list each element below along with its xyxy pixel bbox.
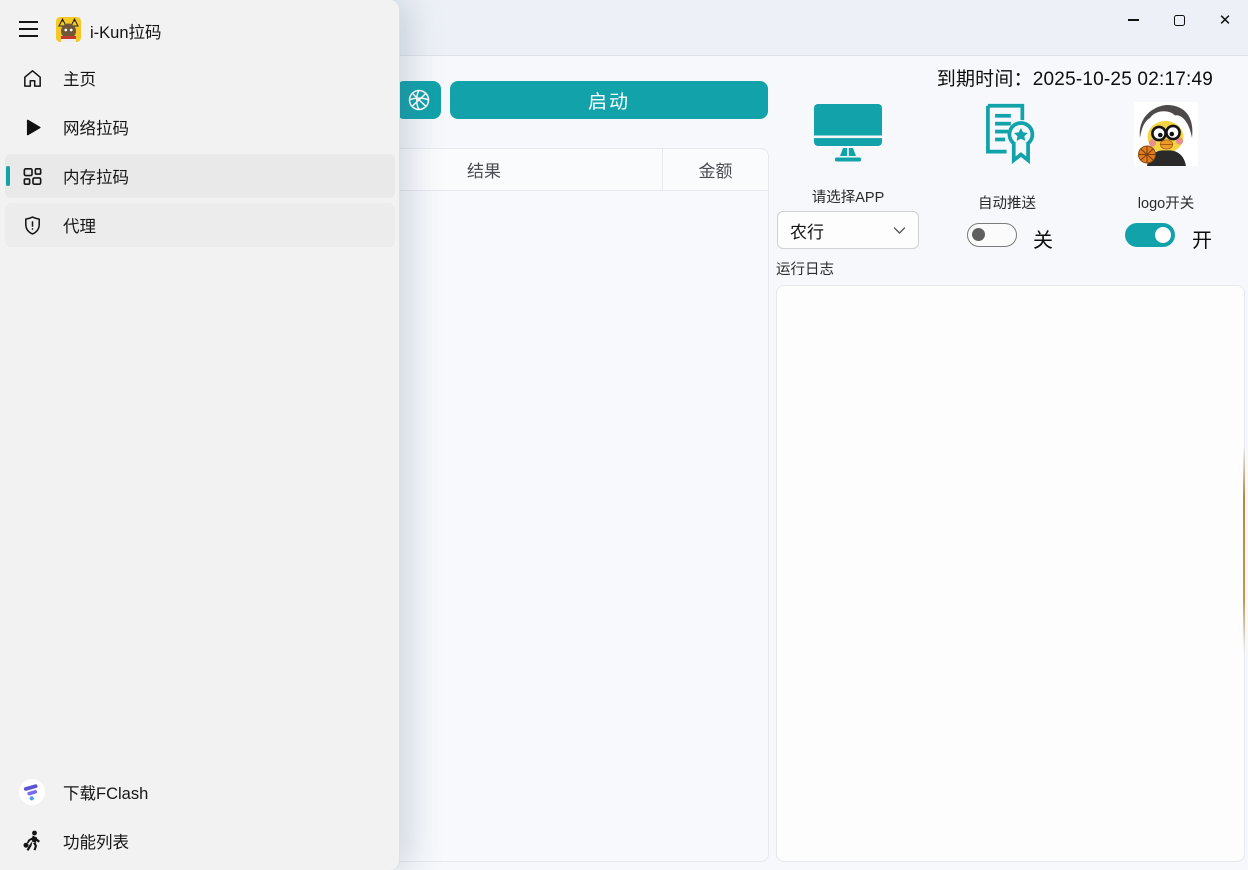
selected-indicator [6,166,10,186]
basketball-button[interactable] [396,81,441,119]
app-title: i-Kun拉码 [90,19,162,43]
expiry-label: 到期时间： [937,69,1033,90]
maximize-icon [1174,15,1185,26]
sidebar-bottom: 下载FClash 功能列表 [5,770,395,863]
auto-push-toggle[interactable] [967,223,1017,247]
sidebar-item-label: 主页 [63,66,96,90]
window-controls: ✕ [1110,0,1248,44]
minimize-button[interactable] [1110,0,1156,40]
app-select-value: 农行 [790,218,824,243]
app-window: ✕ 到期时间：2025-10-25 02:17:49 启动 结果 金额 [0,0,1248,870]
minimize-icon [1128,19,1139,20]
navigation-sidebar: i-Kun拉码 主页 网络拉码 [0,0,400,870]
sidebar-item-label: 代理 [63,213,96,237]
expiry-value: 2025-10-25 02:17:49 [1033,69,1213,90]
monitor-icon [810,101,886,167]
chevron-down-icon [893,226,906,235]
expiry-time: 到期时间：2025-10-25 02:17:49 [937,64,1213,91]
maximize-button[interactable] [1156,0,1202,40]
fclash-icon [19,779,45,805]
app-logo-icon [56,17,81,42]
sidebar-item-label: 下载FClash [63,780,148,804]
play-icon [19,116,45,139]
column-header-amount: 金额 [662,149,768,190]
app-select-dropdown[interactable]: 农行 [777,211,919,249]
sidebar-item-feature-list[interactable]: 功能列表 [5,819,395,863]
close-icon: ✕ [1219,13,1232,28]
app-select-title: 请选择APP [786,186,910,207]
shield-icon [19,214,45,237]
sidebar-item-memory-pull[interactable]: 内存拉码 [5,154,395,198]
sidebar-nav: 主页 网络拉码 内存拉码 [5,56,395,247]
sidebar-item-home[interactable]: 主页 [5,56,395,100]
sidebar-item-label: 内存拉码 [63,164,129,188]
certificate-icon [973,96,1043,170]
basketball-player-icon [19,829,45,853]
start-button[interactable]: 启动 [450,81,768,119]
run-log-title: 运行日志 [776,258,834,279]
sidebar-item-network-pull[interactable]: 网络拉码 [5,105,395,149]
logo-switch-toggle[interactable] [1125,223,1175,247]
sidebar-item-download-fclash[interactable]: 下载FClash [5,770,395,814]
auto-push-state: 关 [1033,224,1053,253]
log-gold-accent [1243,446,1245,651]
close-button[interactable]: ✕ [1202,0,1248,40]
sidebar-item-label: 网络拉码 [63,115,129,139]
basketball-icon [406,87,432,113]
home-icon [19,67,45,90]
avatar-image [1134,102,1198,166]
hamburger-menu-button[interactable] [16,14,46,44]
logo-switch-state: 开 [1192,224,1212,253]
sidebar-item-label: 功能列表 [63,829,129,853]
sidebar-item-proxy[interactable]: 代理 [5,203,395,247]
toggle-knob [972,228,985,241]
logo-switch-title: logo开关 [1104,192,1228,213]
run-log-panel [776,285,1245,862]
grid-icon [19,165,45,188]
auto-push-title: 自动推送 [945,192,1069,213]
toggle-knob [1155,227,1171,243]
